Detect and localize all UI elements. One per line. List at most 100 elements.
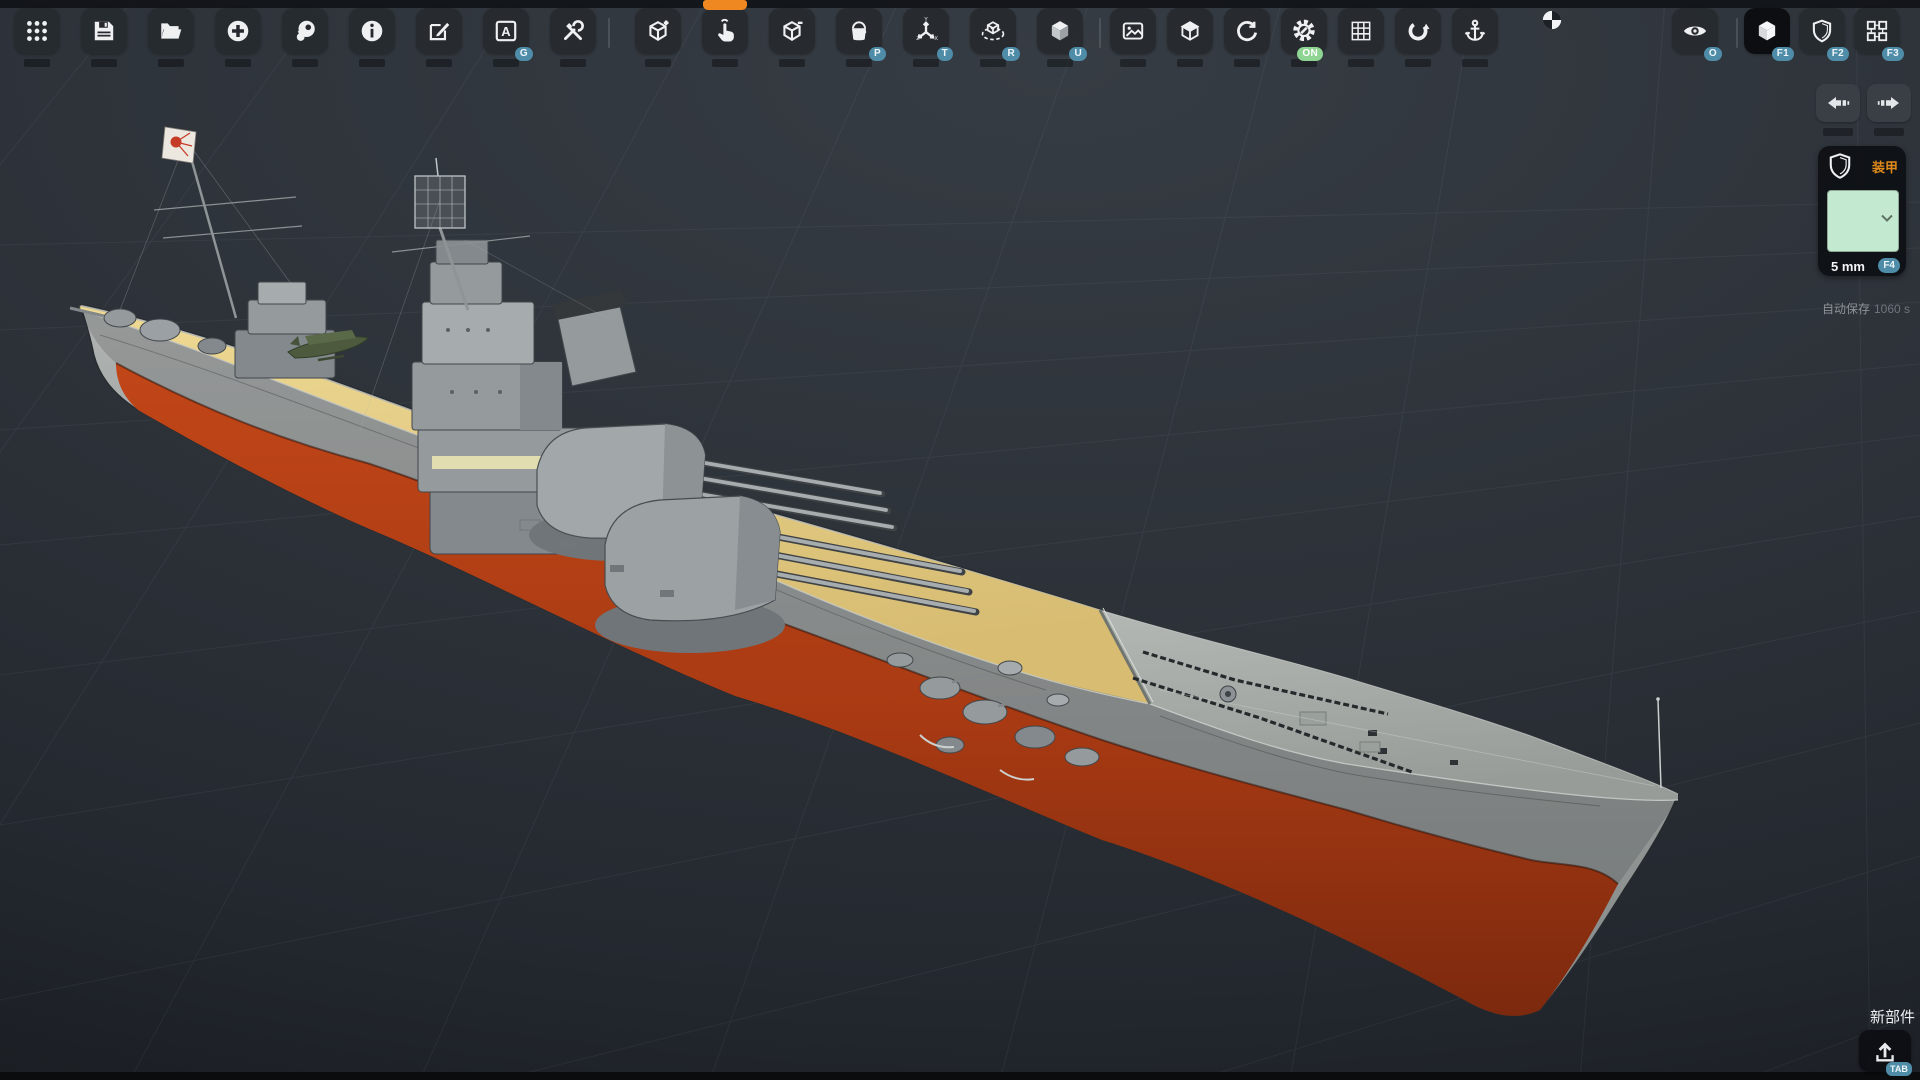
app-menu-button[interactable] bbox=[14, 8, 60, 54]
floor-grid bbox=[0, 0, 1920, 1080]
icon-label bbox=[426, 59, 452, 67]
wrench-tools-icon bbox=[560, 18, 586, 44]
hotkey-badge: T bbox=[937, 47, 953, 61]
icon-label bbox=[1120, 59, 1146, 67]
cube-plus-icon bbox=[644, 17, 672, 45]
icon-label bbox=[1823, 128, 1853, 136]
translate-tool-button[interactable]: Y Z X T bbox=[903, 8, 949, 54]
redo-button[interactable] bbox=[1867, 84, 1911, 122]
upload-arrow-icon bbox=[1871, 1037, 1899, 1065]
toolbar-group-file: A G bbox=[14, 8, 596, 67]
new-button[interactable] bbox=[215, 8, 261, 54]
hotkey-badge: TAB bbox=[1886, 1062, 1912, 1076]
icon-label bbox=[645, 59, 671, 67]
icon-label bbox=[1405, 59, 1431, 67]
move-axes-icon: Y Z X bbox=[912, 17, 940, 45]
toolbar-separator bbox=[608, 18, 610, 48]
hotkey-badge: U bbox=[1069, 47, 1087, 61]
save-button[interactable] bbox=[81, 8, 127, 54]
icon-label bbox=[846, 59, 872, 67]
image-icon bbox=[1120, 18, 1146, 44]
add-block-button[interactable] bbox=[635, 8, 681, 54]
menu-grid-icon bbox=[24, 18, 50, 44]
armor-panel: 装甲 5 mm F4 bbox=[1818, 146, 1906, 276]
chevron-down-icon bbox=[1880, 213, 1894, 223]
armor-shield-icon bbox=[1826, 152, 1854, 182]
grid-button[interactable] bbox=[1338, 8, 1384, 54]
svg-text:A: A bbox=[501, 24, 511, 39]
anchor-button[interactable] bbox=[1452, 8, 1498, 54]
editor-window: A G bbox=[0, 0, 1920, 1080]
armor-thickness-value: 5 mm bbox=[1831, 259, 1865, 274]
top-edge-strip bbox=[0, 0, 1920, 8]
grid-icon bbox=[1348, 18, 1374, 44]
letter-a-box-icon: A bbox=[493, 18, 519, 44]
edit-button[interactable] bbox=[416, 8, 462, 54]
icon-label bbox=[779, 59, 805, 67]
rotate-tool-button[interactable]: R bbox=[970, 8, 1016, 54]
gear-icon bbox=[1290, 17, 1318, 45]
open-folder-button[interactable] bbox=[148, 8, 194, 54]
info-icon bbox=[359, 18, 385, 44]
autosave-label: 自动保存 bbox=[1822, 302, 1870, 316]
arrow-right-icon bbox=[1876, 92, 1902, 114]
icon-label bbox=[1874, 128, 1904, 136]
background-button[interactable] bbox=[1110, 8, 1156, 54]
visibility-button[interactable]: O bbox=[1672, 8, 1718, 54]
icon-label bbox=[913, 59, 939, 67]
icon-label bbox=[493, 59, 519, 67]
arrow-left-icon bbox=[1825, 92, 1851, 114]
toolbar-group-view: ON bbox=[1110, 8, 1498, 67]
hotkey-badge: F2 bbox=[1827, 47, 1849, 61]
icon-label bbox=[1234, 59, 1260, 67]
tools-button[interactable] bbox=[550, 8, 596, 54]
viewport-3d[interactable] bbox=[0, 0, 1920, 1080]
eye-icon bbox=[1681, 17, 1709, 45]
view-blocks-button[interactable]: F1 bbox=[1744, 8, 1790, 54]
icon-label bbox=[712, 59, 738, 67]
modules-squares-icon bbox=[1864, 18, 1890, 44]
hotkey-badge: F1 bbox=[1772, 47, 1794, 61]
toolbar-group-viewmodes: F1 F2 F3 bbox=[1744, 8, 1900, 54]
folder-icon bbox=[158, 18, 184, 44]
icon-label bbox=[1462, 59, 1488, 67]
hotkey-badge: G bbox=[515, 47, 533, 61]
save-icon bbox=[91, 18, 117, 44]
paint-tool-button[interactable]: P bbox=[836, 8, 882, 54]
rotate-cube-icon bbox=[979, 17, 1007, 45]
armor-material-swatch[interactable] bbox=[1827, 190, 1899, 252]
autosave-value: 1060 s bbox=[1874, 302, 1910, 316]
shield-icon bbox=[1809, 18, 1835, 44]
toolbar-separator bbox=[1099, 18, 1101, 48]
paint-bucket-icon bbox=[846, 18, 872, 44]
remove-block-button[interactable] bbox=[769, 8, 815, 54]
icon-label bbox=[1348, 59, 1374, 67]
edit-pencil-icon bbox=[426, 18, 452, 44]
hotkey-badge: R bbox=[1002, 47, 1020, 61]
view-armor-button[interactable]: F2 bbox=[1799, 8, 1845, 54]
hand-pointer-icon bbox=[711, 17, 739, 45]
text-tool-button[interactable]: A G bbox=[483, 8, 529, 54]
loop-view-button[interactable] bbox=[1395, 8, 1441, 54]
armor-panel-title: 装甲 bbox=[1872, 157, 1898, 176]
active-tool-indicator bbox=[703, 0, 747, 10]
svg-text:X: X bbox=[934, 36, 938, 42]
state-badge: ON bbox=[1297, 47, 1323, 61]
steam-workshop-button[interactable] bbox=[282, 8, 328, 54]
settings-mode-button[interactable]: ON bbox=[1281, 8, 1327, 54]
duplicate-tool-button[interactable]: U bbox=[1037, 8, 1083, 54]
ship-render bbox=[70, 127, 1678, 1016]
rotate-arrow-icon bbox=[1234, 18, 1260, 44]
mirror-button[interactable] bbox=[1167, 8, 1213, 54]
icon-label bbox=[1177, 59, 1203, 67]
info-button[interactable] bbox=[349, 8, 395, 54]
hotkey-badge: F4 bbox=[1878, 258, 1900, 273]
hotkey-badge: O bbox=[1704, 47, 1722, 61]
icon-label bbox=[292, 59, 318, 67]
select-tool-button[interactable] bbox=[702, 8, 748, 54]
view-parts-button[interactable]: F3 bbox=[1854, 8, 1900, 54]
cube-minus-icon bbox=[778, 17, 806, 45]
loop-circle-icon bbox=[1405, 18, 1431, 44]
turn-button[interactable] bbox=[1224, 8, 1270, 54]
undo-button[interactable] bbox=[1816, 84, 1860, 122]
